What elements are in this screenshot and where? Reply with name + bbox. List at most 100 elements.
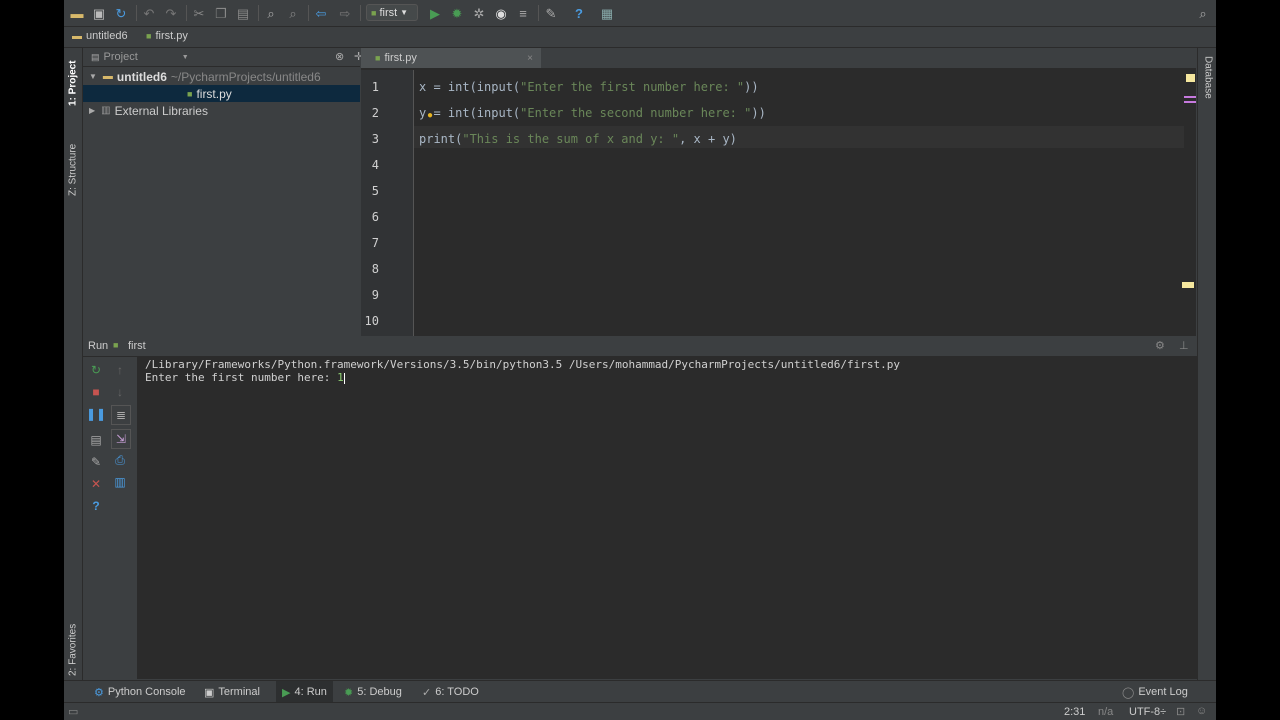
collapse-arrow-icon: ▶ <box>89 106 96 115</box>
rerun-icon[interactable]: ↻ <box>87 361 105 379</box>
file-encoding[interactable]: UTF-8÷ <box>1129 706 1166 718</box>
error-stripe-mark[interactable] <box>1184 101 1196 103</box>
debug-icon: ✹ <box>344 686 354 699</box>
tab-label: first.py <box>384 52 417 64</box>
inspector-icon[interactable]: ☺ <box>1196 705 1207 717</box>
tool-window-label: 6: TODO <box>435 686 479 698</box>
warning-stripe-mark[interactable] <box>1182 282 1194 288</box>
help-icon[interactable]: ? <box>570 4 588 22</box>
debug-icon[interactable]: ✹ <box>448 4 466 22</box>
code-text: y = int(input( <box>419 106 521 120</box>
soft-wrap-icon[interactable]: ≣ <box>111 405 131 425</box>
run-config-tab[interactable]: first <box>128 340 146 352</box>
tools-icon[interactable]: ✎ <box>542 4 560 22</box>
chevron-down-icon: ▼ <box>181 53 189 61</box>
chevron-down-icon: ▼ <box>400 8 409 17</box>
undo-icon[interactable]: ↶ <box>140 4 158 22</box>
line-number: 5 <box>371 184 379 198</box>
tool-window-label: Event Log <box>1138 686 1188 698</box>
sync-icon[interactable]: ↻ <box>112 4 130 22</box>
settings-gear-icon[interactable]: ⚙ <box>1155 339 1165 352</box>
close-icon[interactable]: ✕ <box>87 475 105 493</box>
terminal-icon: ▣ <box>204 686 215 699</box>
collapse-all-icon[interactable]: ⊗ <box>335 50 344 63</box>
run-tool-button[interactable]: ▶ 4: Run <box>276 681 333 703</box>
line-separator[interactable]: n/a <box>1098 706 1113 718</box>
copy-icon[interactable]: ❐ <box>212 4 230 22</box>
hide-panel-icon[interactable]: ⊥ <box>1179 339 1189 352</box>
dump-threads-icon[interactable]: ▤ <box>87 431 105 449</box>
tab-first-py[interactable]: ■ first.py × <box>361 48 541 68</box>
run-panel-header: Run ■ first ⚙ ⊥ <box>83 337 1197 357</box>
tool-windows-toggle-icon[interactable]: ▭ <box>68 705 78 718</box>
stop-icon[interactable]: ■ <box>87 383 105 401</box>
down-arrow-icon[interactable]: ↓ <box>111 383 129 401</box>
find-icon[interactable]: ⌕ <box>262 4 280 22</box>
cut-icon[interactable]: ✂ <box>190 4 208 22</box>
inspection-status-marker[interactable] <box>1186 74 1195 82</box>
code-line-1[interactable]: x = int(input("Enter the first number he… <box>419 80 759 94</box>
tree-item-external-libraries[interactable]: ▶ ▥ External Libraries <box>83 102 360 119</box>
replace-icon[interactable]: ⌕ <box>284 4 302 22</box>
todo-tool-button[interactable]: ✓ 6: TODO <box>416 681 485 703</box>
sdk-icon[interactable]: ▦ <box>598 4 616 22</box>
python-file-icon: ■ <box>146 31 152 41</box>
search-icon[interactable]: ⌕ <box>1194 4 1212 22</box>
pin-icon[interactable]: ✎ <box>87 453 105 471</box>
code-line-3[interactable]: print("This is the sum of x and y: ", x … <box>419 132 737 146</box>
intention-bulb-icon[interactable]: ● <box>427 110 433 121</box>
event-log-button[interactable]: ◯ Event Log <box>1116 681 1194 703</box>
line-number: 6 <box>371 210 379 224</box>
code-text: )) <box>751 106 766 120</box>
favorites-tool-tab[interactable]: 2: Favorites <box>65 608 81 676</box>
line-number: 4 <box>371 158 379 172</box>
coverage-icon[interactable]: ✲ <box>470 4 488 22</box>
folder-open-icon[interactable]: ▬ <box>68 4 86 22</box>
save-icon[interactable]: ▣ <box>90 4 108 22</box>
breadcrumb-file-label: first.py <box>155 30 188 42</box>
pause-icon[interactable]: ❚❚ <box>86 405 106 423</box>
python-file-icon: ■ <box>375 53 381 63</box>
paste-icon[interactable]: ▤ <box>234 4 252 22</box>
close-icon[interactable]: × <box>527 53 533 64</box>
library-icon: ▥ <box>101 105 111 116</box>
status-bar: ▭ 2:31 n/a UTF-8÷ ⊡ ☺ <box>64 702 1216 720</box>
debug-tool-button[interactable]: ✹ 5: Debug <box>338 681 408 703</box>
terminal-button[interactable]: ▣ Terminal <box>198 681 266 703</box>
up-arrow-icon[interactable]: ↑ <box>111 361 129 379</box>
back-icon[interactable]: ⇦ <box>312 4 330 22</box>
python-console-button[interactable]: ⚙ Python Console <box>88 681 192 703</box>
project-view-selector[interactable]: ▤ Project ▼ <box>91 51 189 63</box>
project-view-icon: ▤ <box>91 51 100 62</box>
console-output[interactable]: /Library/Frameworks/Python.framework/Ver… <box>145 357 1185 657</box>
project-panel-header: ▤ Project ▼ ⊗ ✛ ⚙ ⊣ <box>83 48 415 67</box>
lock-icon[interactable]: ⊡ <box>1176 705 1185 718</box>
caret-position[interactable]: 2:31 <box>1064 706 1085 718</box>
tree-item-label: External Libraries <box>114 103 208 118</box>
code-line-2[interactable]: y = int(input("Enter the second number h… <box>419 106 766 120</box>
structure-tool-tab[interactable]: Z: Structure <box>65 120 81 196</box>
scroll-to-end-icon[interactable]: ⇲ <box>111 429 131 449</box>
tool-window-label: 5: Debug <box>357 686 402 698</box>
tree-item-first-py[interactable]: ■ first.py <box>83 85 360 102</box>
clear-all-icon[interactable]: ▥ <box>111 473 129 491</box>
console-user-input[interactable]: 1 <box>337 371 344 384</box>
database-tool-tab[interactable]: Database <box>1200 56 1216 116</box>
breadcrumb-project[interactable]: ▬ untitled6 <box>72 30 128 42</box>
help-icon[interactable]: ? <box>87 497 105 515</box>
run-icon[interactable]: ▶ <box>426 4 444 22</box>
tree-root-untitled6[interactable]: ▼ ▬ untitled6 ~/PycharmProjects/untitled… <box>83 68 360 85</box>
vcs-icon[interactable]: ≡ <box>514 4 532 22</box>
code-string: "Enter the second number here: " <box>520 106 752 120</box>
stop-icon[interactable]: ◉ <box>492 4 510 22</box>
project-tool-tab-label: 1: Project <box>67 60 79 106</box>
print-icon[interactable]: ⎙ <box>111 451 129 469</box>
error-stripe-mark[interactable] <box>1184 96 1196 98</box>
breadcrumb-file[interactable]: ■ first.py <box>146 30 188 42</box>
forward-icon[interactable]: ⇨ <box>336 4 354 22</box>
redo-icon[interactable]: ↷ <box>162 4 180 22</box>
editor-tabs: ■ first.py × <box>361 48 1196 69</box>
project-tool-tab[interactable]: 1: Project <box>65 54 81 106</box>
run-tool-window: Run ■ first ⚙ ⊥ ↻ ↑ ■ ↓ ❚❚ ≣ ▤ ⇲ ✎ ⎙ ✕ ▥… <box>83 337 1197 679</box>
run-config-dropdown[interactable]: ■ first ▼ <box>366 4 418 21</box>
